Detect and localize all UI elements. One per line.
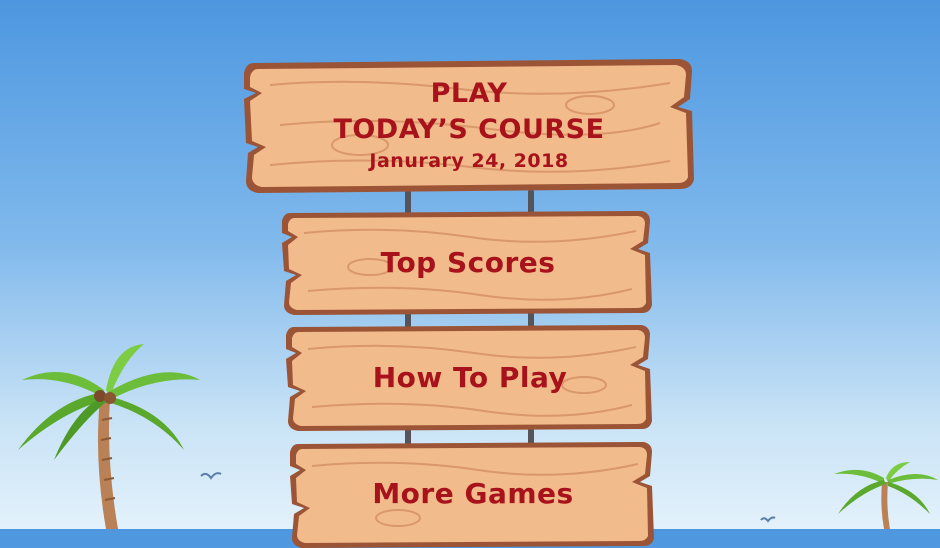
todays-course-label: TODAY’S COURSE [333, 114, 605, 145]
more-games-button[interactable]: More Games [288, 438, 658, 548]
palm-tree-icon [834, 462, 938, 529]
how-to-play-label: How To Play [372, 360, 568, 394]
play-label: PLAY [430, 78, 508, 109]
palm-tree-icon [18, 344, 200, 529]
top-scores-button[interactable]: Top Scores [280, 207, 656, 317]
more-games-label: More Games [372, 476, 574, 510]
course-date: Janurary 24, 2018 [369, 150, 569, 172]
top-scores-label: Top Scores [380, 245, 556, 279]
how-to-play-button[interactable]: How To Play [284, 321, 656, 433]
seagull-icon [760, 516, 776, 523]
seagull-icon [200, 472, 222, 480]
play-todays-course-button[interactable]: PLAY TODAY’S COURSE Janurary 24, 2018 [240, 55, 698, 195]
